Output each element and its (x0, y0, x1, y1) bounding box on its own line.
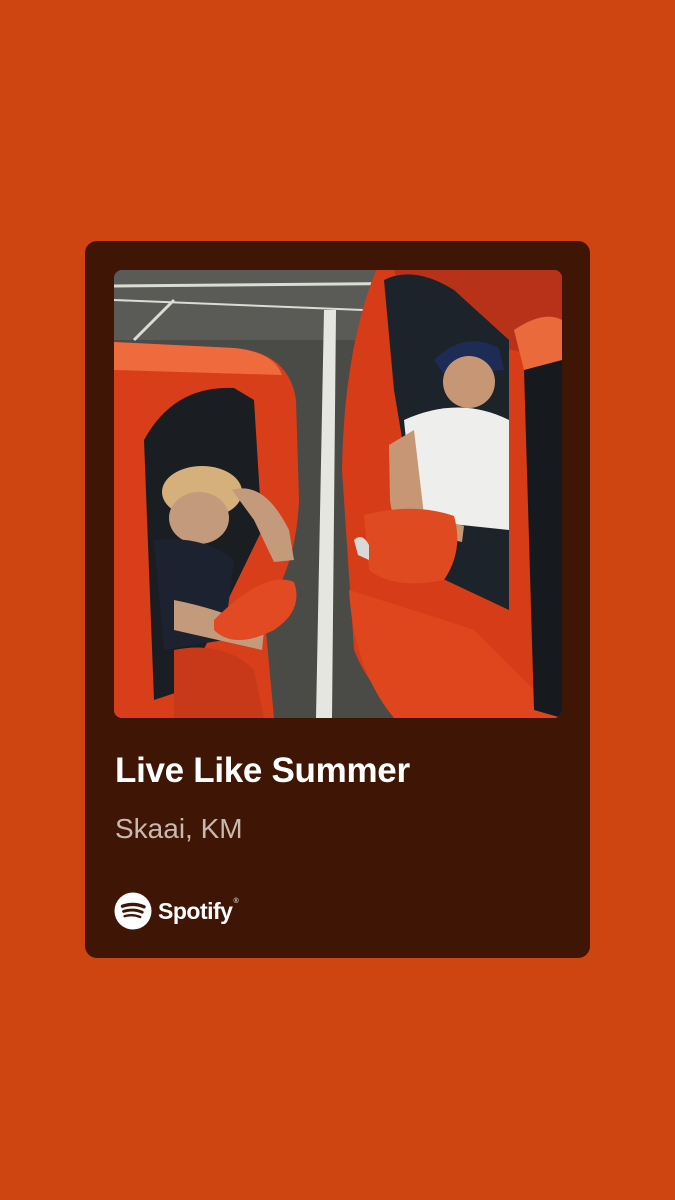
spotify-wordmark: Spotify® (158, 897, 239, 924)
track-title: Live Like Summer (115, 751, 410, 790)
spotify-logo-icon (114, 892, 152, 930)
track-artists: Skaai, KM (115, 813, 243, 844)
spotify-brand[interactable]: Spotify® (114, 891, 239, 931)
share-card[interactable]: Live Like Summer Skaai, KM Spotify® (85, 241, 590, 958)
album-art (114, 270, 562, 718)
